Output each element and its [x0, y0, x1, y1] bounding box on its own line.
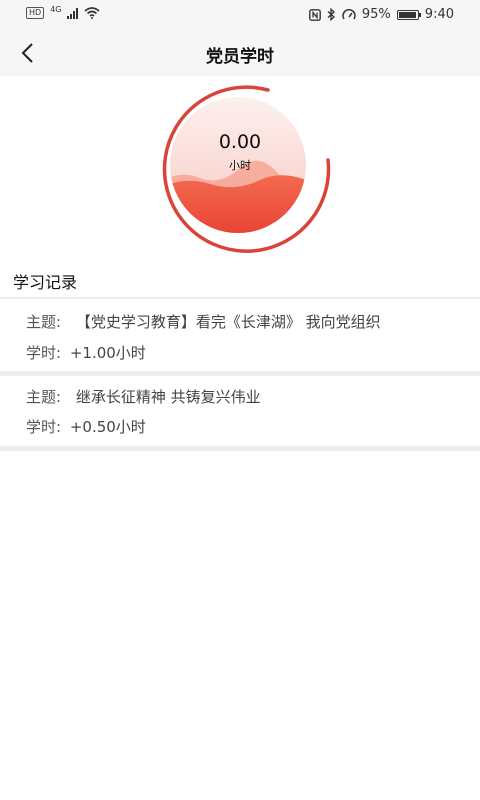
record-topic: 【党史学习教育】看完《长津湖》 我向党组织	[75, 313, 381, 331]
record-hours-label: 学时:	[26, 418, 62, 436]
nfc-icon	[308, 8, 321, 21]
signal-icon	[67, 7, 79, 19]
app-header: 党员学时	[0, 30, 480, 76]
wifi-icon	[84, 7, 101, 19]
network-type: 4G	[50, 4, 62, 14]
record-item[interactable]: 主题: 【党史学习教育】看完《长津湖》 我向党组织 学时: +1.00小时	[0, 299, 480, 376]
record-topic-label: 主题:	[26, 313, 62, 331]
bluetooth-icon	[327, 8, 335, 21]
clock: 9:40	[424, 7, 454, 22]
hd-icon: HD	[26, 7, 45, 19]
record-hours: +1.00小时	[69, 344, 146, 362]
page-title: 党员学时	[206, 47, 274, 67]
status-right: 95% 9:40	[308, 7, 454, 22]
hours-total-value: 0.00	[218, 131, 262, 153]
status-left: HD 4G	[26, 4, 101, 19]
battery-percent: 95%	[361, 7, 391, 22]
section-title-study-records: 学习记录	[13, 273, 78, 292]
record-hours-row: 学时: +1.00小时	[26, 342, 146, 363]
record-hours: +0.50小时	[69, 418, 146, 436]
battery-icon	[396, 9, 421, 20]
hours-total-unit: 小时	[229, 159, 251, 172]
record-hours-label: 学时:	[26, 344, 62, 362]
record-topic-label: 主题:	[26, 388, 62, 406]
record-topic-row: 主题: 【党史学习教育】看完《长津湖》 我向党组织	[26, 311, 381, 332]
record-topic: 继承长征精神 共铸复兴伟业	[75, 388, 261, 406]
gauge-wave-front	[170, 175, 306, 233]
record-hours-row: 学时: +0.50小时	[26, 416, 146, 437]
record-topic-row: 主题: 继承长征精神 共铸复兴伟业	[26, 386, 261, 407]
status-bar: HD 4G 95% 9:40	[0, 0, 480, 30]
record-item[interactable]: 主题: 继承长征精神 共铸复兴伟业 学时: +0.50小时	[0, 376, 480, 451]
data-saver-icon	[342, 8, 356, 19]
hours-gauge: 0.00 小时	[140, 80, 340, 255]
